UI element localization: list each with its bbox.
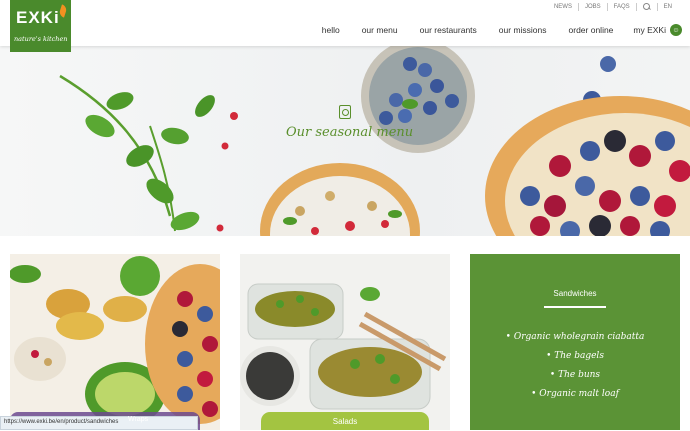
nav-our-menu[interactable]: our menu — [362, 25, 398, 35]
nav-our-restaurants[interactable]: our restaurants — [420, 25, 477, 35]
nav-hello[interactable]: hello — [322, 25, 340, 35]
menu-icon — [339, 105, 351, 119]
main-nav: hello our menu our restaurants our missi… — [300, 24, 682, 36]
fruit-tart-decoration — [485, 96, 690, 236]
hero-image — [59, 46, 690, 236]
my-exki-label: my EXKi — [633, 25, 666, 35]
page: NEWS JOBS FAQS EN hello our menu our res… — [0, 0, 690, 431]
leaf-icon — [58, 4, 68, 18]
salads-image — [240, 254, 450, 430]
parsley-decoration — [59, 74, 238, 232]
list-item[interactable]: Organic malt loaf — [470, 389, 680, 399]
divider — [577, 3, 579, 11]
news-link[interactable]: NEWS — [554, 4, 572, 10]
logo-tagline: nature's kitchen — [14, 35, 68, 43]
hero-title: Our seasonal menu — [286, 125, 414, 140]
wraps-label: Wraps — [128, 416, 149, 423]
list-item[interactable]: Organic wholegrain ciabatta — [470, 332, 680, 342]
sandwiches-card[interactable]: Sandwiches Organic wholegrain ciabatta T… — [470, 254, 680, 430]
list-item[interactable]: The bagels — [470, 351, 680, 361]
flatbread-decoration — [260, 163, 420, 236]
faqs-link[interactable]: FAQS — [614, 4, 630, 10]
sandwiches-list: Organic wholegrain ciabatta The bagels T… — [470, 332, 680, 408]
language-selector[interactable]: EN — [664, 4, 672, 10]
logo-brand: EXKi — [16, 8, 60, 27]
nav-my-exki[interactable]: my EXKi ☺ — [633, 24, 682, 36]
sandwiches-title: Sandwiches — [553, 289, 597, 298]
header: NEWS JOBS FAQS EN hello our menu our res… — [0, 0, 690, 46]
status-url-bar: https://www.exki.be/en/product/sandwiche… — [0, 416, 198, 430]
utility-bar: NEWS JOBS FAQS EN — [554, 3, 672, 11]
jobs-link[interactable]: JOBS — [585, 4, 601, 10]
search-icon[interactable] — [642, 3, 651, 11]
avatar-icon: ☺ — [670, 24, 682, 36]
salads-card[interactable]: Salads — [240, 254, 450, 430]
logo[interactable]: EXKi nature's kitchen — [10, 0, 71, 52]
salads-button[interactable]: Salads — [261, 412, 429, 430]
nav-our-missions[interactable]: our missions — [499, 25, 547, 35]
nav-order-online[interactable]: order online — [569, 25, 614, 35]
divider — [635, 3, 637, 11]
divider — [606, 3, 608, 11]
wraps-image — [10, 254, 220, 430]
title-underline — [544, 306, 606, 308]
list-item[interactable]: The buns — [470, 370, 680, 380]
wraps-card[interactable] — [10, 254, 220, 430]
divider — [656, 3, 658, 11]
hero-banner[interactable]: Our seasonal menu — [0, 46, 690, 236]
